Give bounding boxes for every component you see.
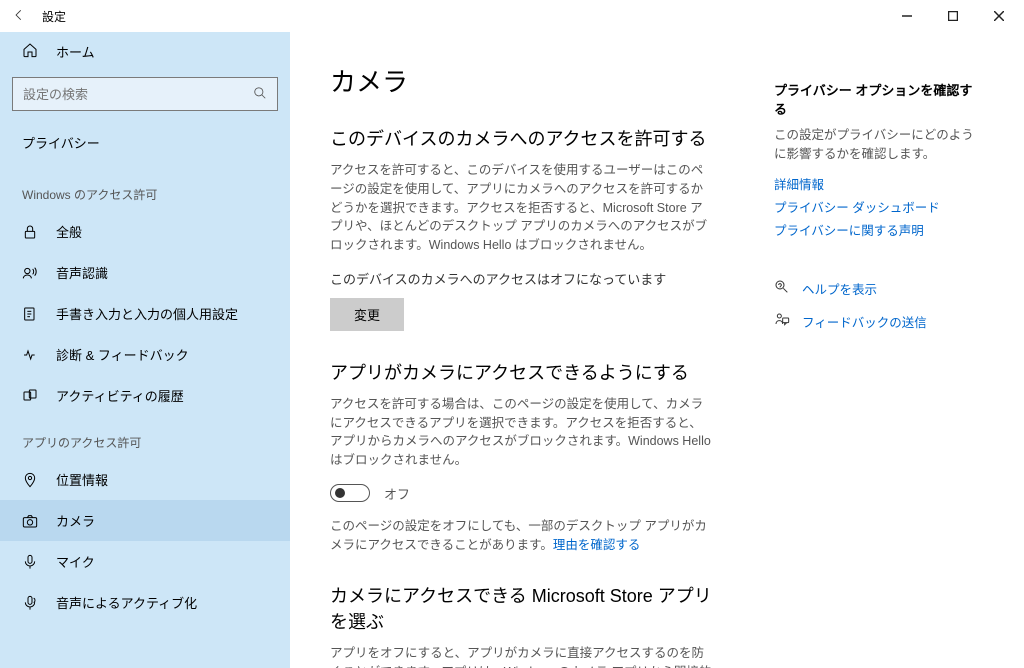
speech-icon xyxy=(22,265,38,281)
sidebar-item-label: 診断 & フィードバック xyxy=(56,345,189,364)
help-link-label[interactable]: ヘルプを表示 xyxy=(802,279,877,298)
aside-link-more-info[interactable]: 詳細情報 xyxy=(774,174,984,193)
section-store-apps-body: アプリをオフにすると、アプリがカメラに直接アクセスするのを防ぐことができます。ア… xyxy=(330,644,714,668)
voice-icon xyxy=(22,595,38,611)
current-category: プライバシー xyxy=(0,121,290,168)
close-button[interactable] xyxy=(976,0,1022,32)
sidebar-home-label: ホーム xyxy=(56,42,95,61)
sidebar-item-location[interactable]: 位置情報 xyxy=(0,459,290,500)
location-icon xyxy=(22,472,38,488)
device-access-status: このデバイスのカメラへのアクセスはオフになっています xyxy=(330,269,714,288)
sidebar-item-label: 音声によるアクティブ化 xyxy=(56,593,197,612)
history-icon xyxy=(22,388,38,404)
aside-title: プライバシー オプションを確認する xyxy=(774,80,984,118)
main-content: カメラ このデバイスのカメラへのアクセスを許可する アクセスを許可すると、このデ… xyxy=(330,62,714,648)
aside-body: この設定がプライバシーにどのように影響するかを確認します。 xyxy=(774,126,984,164)
sidebar-item-label: アクティビティの履歴 xyxy=(56,386,184,405)
sidebar-item-label: 音声認識 xyxy=(56,263,108,282)
sidebar-home[interactable]: ホーム xyxy=(0,32,290,71)
search-icon xyxy=(253,86,267,103)
page-title: カメラ xyxy=(330,62,714,99)
app-access-toggle-label: オフ xyxy=(384,484,410,503)
sidebar-item-label: カメラ xyxy=(56,511,95,530)
section-device-access-title: このデバイスのカメラへのアクセスを許可する xyxy=(330,125,714,151)
help-icon xyxy=(774,279,790,298)
microphone-icon xyxy=(22,554,38,570)
titlebar: 設定 xyxy=(0,0,1024,32)
inking-icon xyxy=(22,306,38,322)
sidebar-item-diagnostics[interactable]: 診断 & フィードバック xyxy=(0,334,290,375)
app-access-toggle[interactable] xyxy=(330,484,370,502)
section-app-access-body: アクセスを許可する場合は、このページの設定を使用して、カメラにアクセスできるアプ… xyxy=(330,395,714,470)
aside-link-privacy-statement[interactable]: プライバシーに関する声明 xyxy=(774,220,984,239)
feedback-icon xyxy=(774,312,790,331)
sidebar-item-activity-history[interactable]: アクティビティの履歴 xyxy=(0,375,290,416)
sidebar-item-label: 位置情報 xyxy=(56,470,108,489)
home-icon xyxy=(22,42,38,61)
aside: プライバシー オプションを確認する この設定がプライバシーにどのように影響するか… xyxy=(774,62,984,648)
section-device-access-body: アクセスを許可すると、このデバイスを使用するユーザーはこのページの設定を使用して… xyxy=(330,161,714,255)
sidebar-item-camera[interactable]: カメラ xyxy=(0,500,290,541)
sidebar-item-general[interactable]: 全般 xyxy=(0,211,290,252)
help-link[interactable]: ヘルプを表示 xyxy=(774,279,984,298)
feedback-link-label[interactable]: フィードバックの送信 xyxy=(802,312,927,331)
maximize-button[interactable] xyxy=(930,0,976,32)
sidebar-section-app-permissions: アプリのアクセス許可 xyxy=(0,416,290,459)
sidebar-item-label: 全般 xyxy=(56,222,82,241)
app-access-note: このページの設定をオフにしても、一部のデスクトップ アプリがカメラにアクセスでき… xyxy=(330,517,714,555)
section-app-access-title: アプリがカメラにアクセスできるようにする xyxy=(330,359,714,385)
search-input[interactable] xyxy=(23,87,253,102)
sidebar: ホーム プライバシー Windows のアクセス許可 全般 音声認識 xyxy=(0,32,290,668)
feedback-link[interactable]: フィードバックの送信 xyxy=(774,312,984,331)
aside-link-privacy-dashboard[interactable]: プライバシー ダッシュボード xyxy=(774,197,984,216)
minimize-button[interactable] xyxy=(884,0,930,32)
camera-icon xyxy=(22,513,38,529)
sidebar-item-voice-activation[interactable]: 音声によるアクティブ化 xyxy=(0,582,290,623)
change-button[interactable]: 変更 xyxy=(330,298,404,331)
diagnostics-icon xyxy=(22,347,38,363)
sidebar-section-windows-permissions: Windows のアクセス許可 xyxy=(0,168,290,211)
lock-icon xyxy=(22,224,38,240)
sidebar-item-speech[interactable]: 音声認識 xyxy=(0,252,290,293)
sidebar-item-microphone[interactable]: マイク xyxy=(0,541,290,582)
search-input-wrap[interactable] xyxy=(12,77,278,111)
section-store-apps-title: カメラにアクセスできる Microsoft Store アプリを選ぶ xyxy=(330,582,714,634)
sidebar-item-label: マイク xyxy=(56,552,95,571)
sidebar-item-inking[interactable]: 手書き入力と入力の個人用設定 xyxy=(0,293,290,334)
back-button[interactable] xyxy=(12,8,26,25)
reason-link[interactable]: 理由を確認する xyxy=(553,538,641,552)
sidebar-item-label: 手書き入力と入力の個人用設定 xyxy=(56,304,238,323)
window-title: 設定 xyxy=(42,8,66,25)
